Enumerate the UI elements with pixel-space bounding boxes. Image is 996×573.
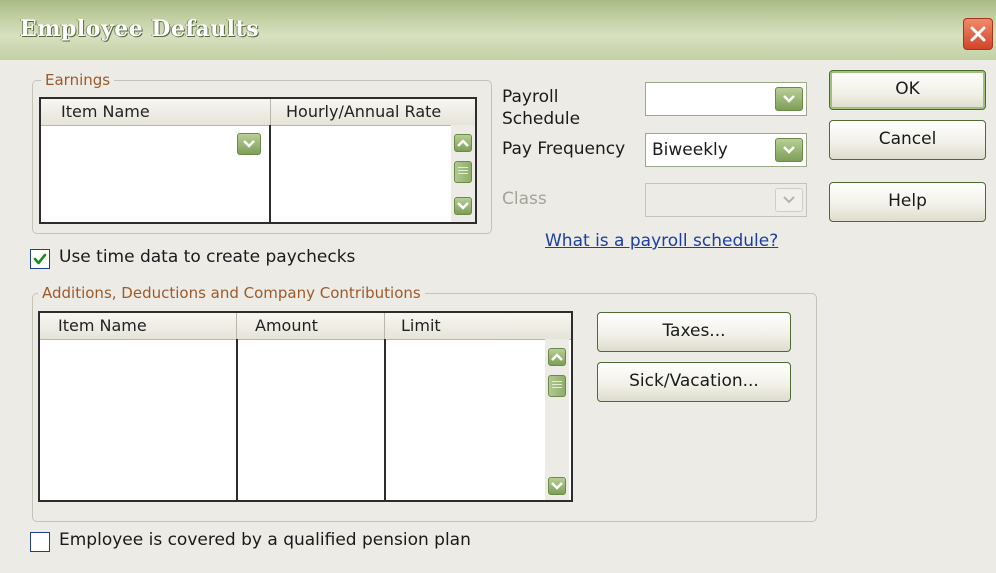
column-divider — [384, 339, 386, 500]
column-header-item-name[interactable]: Item Name — [58, 316, 147, 335]
pay-frequency-dropdown[interactable]: Biweekly — [645, 133, 807, 167]
column-header-item-name[interactable]: Item Name — [61, 102, 150, 121]
earnings-scrollbar[interactable] — [451, 125, 475, 222]
window-title: Employee Defaults — [20, 16, 260, 42]
close-button[interactable] — [963, 18, 993, 50]
scroll-down-button[interactable] — [454, 197, 472, 215]
help-button[interactable]: Help — [829, 182, 986, 222]
column-separator — [270, 99, 271, 125]
use-time-data-checkbox[interactable] — [30, 249, 50, 269]
additions-scrollbar[interactable] — [545, 339, 569, 500]
payroll-schedule-label: Payroll Schedule — [502, 87, 581, 129]
payroll-schedule-dropdown-button[interactable] — [775, 87, 803, 111]
column-separator — [384, 313, 385, 339]
scroll-up-button[interactable] — [454, 134, 472, 152]
chevron-down-icon — [783, 146, 795, 154]
scroll-down-button[interactable] — [548, 477, 566, 495]
column-divider — [236, 339, 238, 500]
taxes-button[interactable]: Taxes... — [597, 312, 791, 352]
sick-vacation-button[interactable]: Sick/Vacation... — [597, 362, 791, 402]
pension-plan-checkbox[interactable] — [30, 532, 50, 552]
column-divider — [269, 125, 271, 222]
class-dropdown — [645, 183, 807, 217]
cancel-button[interactable]: Cancel — [829, 120, 986, 160]
pay-frequency-label: Pay Frequency — [502, 139, 626, 159]
earnings-table[interactable]: Item Name Hourly/Annual Rate — [39, 97, 477, 224]
chevron-up-icon — [551, 353, 563, 361]
scroll-thumb[interactable] — [548, 375, 566, 397]
checkmark-icon — [33, 253, 47, 265]
chevron-down-icon — [783, 95, 795, 103]
scroll-up-button[interactable] — [548, 348, 566, 366]
column-header-hourly-annual-rate[interactable]: Hourly/Annual Rate — [286, 102, 441, 121]
close-icon — [970, 26, 986, 42]
use-time-data-label[interactable]: Use time data to create paychecks — [59, 247, 355, 267]
employee-defaults-dialog: Employee Defaults Earnings Item Name Hou… — [0, 0, 996, 573]
column-header-limit[interactable]: Limit — [401, 316, 441, 335]
scroll-thumb[interactable] — [454, 161, 472, 183]
payroll-schedule-help-link[interactable]: What is a payroll schedule? — [545, 231, 778, 251]
payroll-schedule-dropdown[interactable] — [645, 82, 807, 116]
chevron-down-icon — [783, 196, 795, 204]
earnings-group-label: Earnings — [41, 71, 115, 89]
pension-plan-label[interactable]: Employee is covered by a qualified pensi… — [59, 530, 471, 550]
chevron-down-icon — [243, 140, 255, 148]
chevron-up-icon — [457, 139, 469, 147]
chevron-down-icon — [551, 482, 563, 490]
class-label: Class — [502, 189, 547, 209]
additions-table-header: Item Name Amount Limit — [40, 313, 571, 340]
column-separator — [236, 313, 237, 339]
item-name-dropdown-button[interactable] — [237, 133, 261, 155]
additions-group-label: Additions, Deductions and Company Contri… — [38, 284, 425, 302]
additions-table[interactable]: Item Name Amount Limit — [38, 311, 573, 502]
earnings-table-header: Item Name Hourly/Annual Rate — [41, 99, 475, 126]
chevron-down-icon — [457, 202, 469, 210]
ok-button[interactable]: OK — [829, 70, 986, 110]
class-dropdown-button — [775, 188, 803, 212]
column-header-amount[interactable]: Amount — [255, 316, 318, 335]
pay-frequency-dropdown-button[interactable] — [775, 138, 803, 162]
pay-frequency-value: Biweekly — [652, 140, 728, 160]
title-bar: Employee Defaults — [0, 0, 996, 60]
